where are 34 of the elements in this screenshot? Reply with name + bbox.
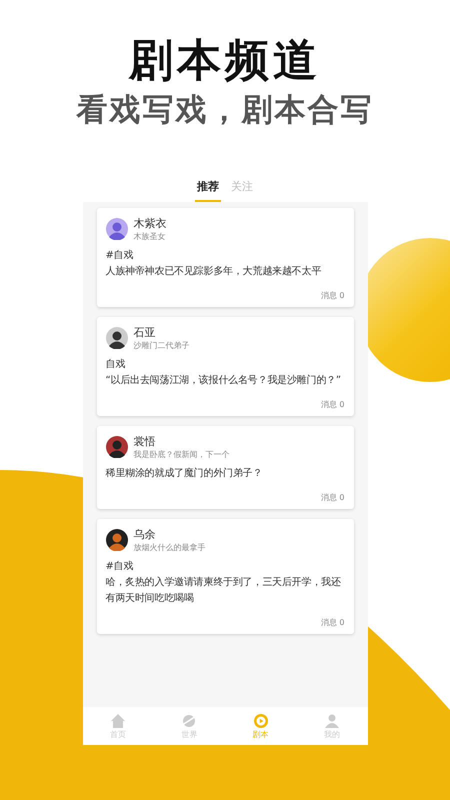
user-name: 裳悟	[134, 434, 156, 449]
avatar	[106, 436, 128, 458]
post-text: “以后出去闯荡江湖，该报什么名号？我是沙雕门的？”	[106, 374, 342, 388]
headline: 剧本频道	[129, 36, 321, 86]
post-tag: #自戏	[106, 559, 344, 575]
message-count: 消息 0	[320, 399, 344, 410]
post-tag: 自戏	[106, 357, 344, 373]
person-icon	[324, 712, 340, 728]
post-tag: #自戏	[106, 248, 344, 264]
user-name: 乌余	[134, 527, 156, 542]
user-name: 石亚	[134, 325, 156, 340]
post-card[interactable]: 木紫衣 木族圣女 #自戏 人族神帝神农已不见踪影多年，大荒越来越不太平 消息 0	[96, 208, 354, 307]
tab[interactable]: 推荐	[195, 179, 221, 202]
play-icon	[252, 712, 269, 728]
planet-icon	[181, 712, 198, 728]
avatar	[106, 218, 128, 240]
message-count: 消息 0	[320, 492, 344, 503]
post-text: 人族神帝神农已不见踪影多年，大荒越来越不太平	[106, 264, 322, 279]
user-title: 放烟火什么的最拿手	[134, 542, 206, 553]
user-title: 木族圣女	[134, 231, 166, 242]
post-text: 稀里糊涂的就成了魔门的外门弟子？	[106, 466, 264, 481]
user-name: 木紫衣	[134, 216, 166, 231]
post-card[interactable]: 乌余 放烟火什么的最拿手 #自戏 哈，炙热的入学邀请请柬终于到了，三天后开学，我还有两天时间吃吃喝喝 消息 0	[96, 519, 354, 634]
post-card[interactable]: 裳悟 我是卧底？假新闻，下一个 稀里糊涂的就成了魔门的外门弟子？ 消息 0	[96, 426, 354, 509]
post-card[interactable]: 石亚 沙雕门二代弟子 自戏 “以后出去闯荡江湖，该报什么名号？我是沙雕门的？” 消息 0	[96, 317, 354, 416]
user-title: 沙雕门二代弟子	[134, 340, 190, 351]
message-count: 消息 0	[320, 290, 344, 301]
message-count: 消息 0	[320, 617, 344, 628]
avatar	[106, 529, 128, 551]
subheadline: 看戏写戏，剧本合写	[76, 91, 374, 130]
avatar	[106, 327, 128, 349]
user-title: 我是卧底？假新闻，下一个	[134, 449, 230, 460]
post-text: 哈，炙热的入学邀请请柬终于到了，三天后开学，我还有两天时间吃吃喝喝	[106, 576, 342, 606]
home-icon	[110, 712, 126, 728]
